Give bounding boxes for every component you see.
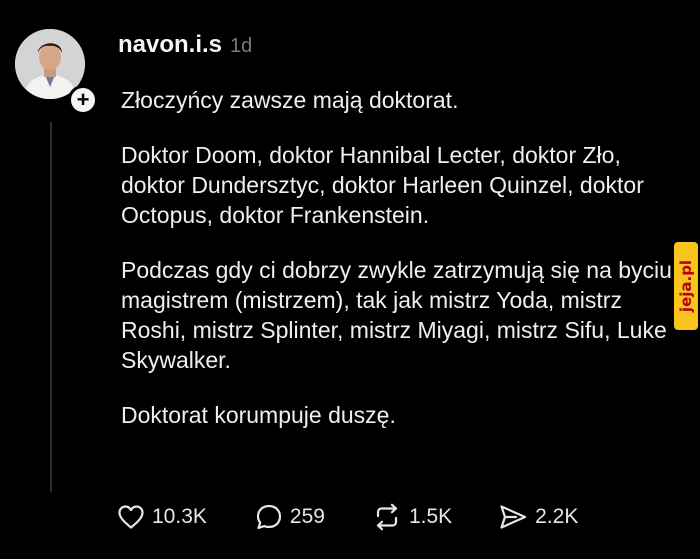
comment-count: 259: [289, 505, 325, 528]
post-header: navon.i.s 1d: [118, 31, 252, 59]
plus-icon: +: [76, 87, 90, 112]
post-time: 1d: [230, 35, 253, 57]
follow-button[interactable]: +: [68, 85, 98, 115]
like-count: 10.3K: [152, 505, 207, 528]
watermark-text: jeja.pl: [677, 259, 695, 313]
username[interactable]: navon.i.s: [118, 31, 222, 59]
like-button[interactable]: 10.3K: [117, 504, 207, 530]
repost-button[interactable]: 1.5K: [372, 503, 452, 531]
post-paragraph: Doktorat korumpuje duszę.: [121, 402, 396, 428]
heart-icon: [118, 505, 144, 529]
repost-count: 1.5K: [408, 505, 453, 528]
repost-icon: [376, 503, 398, 531]
post-paragraph: Doktor Doom, doktor Hannibal Lecter, dok…: [121, 142, 644, 228]
post-body: Złoczyńcy zawsze mają doktorat. Doktor D…: [121, 85, 681, 455]
share-button[interactable]: 2.2K: [498, 503, 578, 531]
send-icon: [500, 505, 527, 529]
action-bar: 10.3K 259 1.5K 2.2K: [117, 503, 578, 531]
comment-button[interactable]: 259: [255, 503, 325, 531]
share-count: 2.2K: [535, 505, 579, 528]
thread-line: [50, 122, 52, 492]
speech-bubble-icon: [256, 504, 281, 530]
post-paragraph: Złoczyńcy zawsze mają doktorat.: [121, 87, 459, 113]
watermark-logo: jeja.pl: [674, 242, 698, 330]
post-paragraph: Podczas gdy ci dobrzy zwykle zatrzymują …: [121, 257, 672, 373]
